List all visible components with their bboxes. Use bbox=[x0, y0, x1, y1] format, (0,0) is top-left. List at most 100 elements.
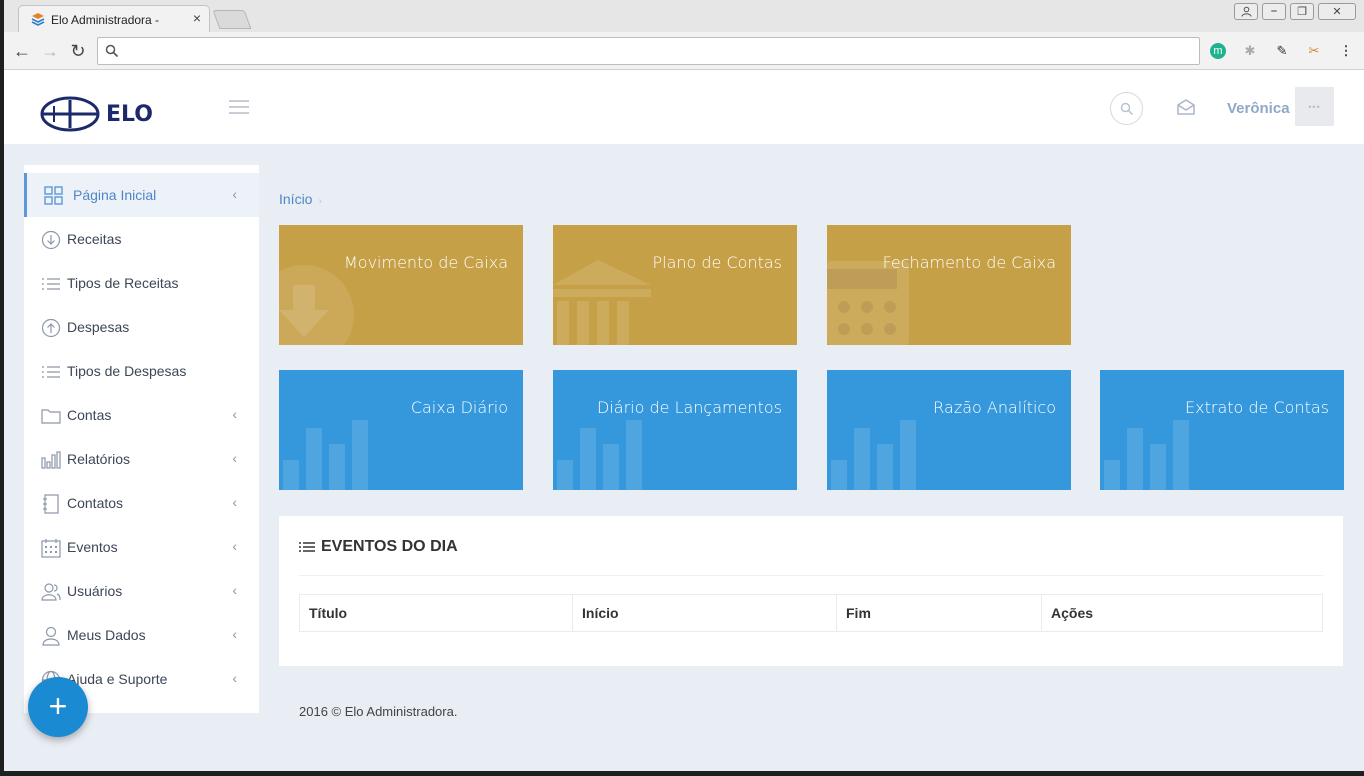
breadcrumb-separator: › bbox=[318, 196, 322, 207]
sidebar-item-usuarios[interactable]: Usuários ‹ bbox=[24, 569, 259, 613]
notebook-icon bbox=[43, 494, 59, 514]
list-icon bbox=[42, 278, 60, 290]
sidebar-item-label: Despesas bbox=[67, 319, 130, 335]
folder-icon bbox=[41, 409, 61, 424]
new-tab-button[interactable] bbox=[212, 10, 252, 29]
user-icon bbox=[42, 626, 60, 646]
evernote-icon[interactable]: ✎ bbox=[1274, 43, 1290, 59]
sidebar-item-tipos-de-receitas[interactable]: Tipos de Receitas bbox=[24, 261, 259, 305]
chevron-left-icon: ‹ bbox=[232, 538, 237, 554]
column-header-acoes[interactable]: Ações bbox=[1041, 594, 1323, 632]
sidebar-item-relatorios[interactable]: Relatórios ‹ bbox=[24, 437, 259, 481]
browser-toolbar: ← → ↻ m ✱ ✎ ✂ ⋮ bbox=[4, 32, 1364, 70]
tile-label: Razão Analítico bbox=[933, 398, 1056, 417]
chevron-left-icon: ‹ bbox=[232, 626, 237, 642]
column-header-titulo[interactable]: Título bbox=[299, 594, 573, 632]
sidebar-item-label: Contatos bbox=[67, 495, 124, 511]
divider bbox=[299, 575, 1323, 576]
tile-plano-de-contas[interactable]: Plano de Contas bbox=[553, 225, 797, 345]
tile-label: Caixa Diário bbox=[410, 398, 508, 417]
tab-close-icon[interactable]: × bbox=[193, 10, 201, 26]
sidebar-item-eventos[interactable]: Eventos ‹ bbox=[24, 525, 259, 569]
bar-chart-icon bbox=[283, 420, 368, 490]
list-icon bbox=[42, 366, 60, 378]
menu-toggle-icon[interactable] bbox=[229, 100, 249, 118]
sidebar-item-tipos-de-despesas[interactable]: Tipos de Despesas bbox=[24, 349, 259, 393]
chevron-left-icon: ‹ bbox=[232, 450, 237, 466]
sidebar-item-label: Ajuda e Suporte bbox=[67, 671, 168, 687]
search-icon bbox=[1120, 102, 1133, 115]
profile-icon[interactable] bbox=[1234, 3, 1258, 20]
back-button[interactable]: ← bbox=[12, 41, 32, 61]
sidebar-item-meus-dados[interactable]: Meus Dados ‹ bbox=[24, 613, 259, 657]
sidebar-item-label: Relatórios bbox=[67, 451, 131, 467]
restore-button[interactable]: ❐ bbox=[1290, 3, 1314, 20]
close-window-button[interactable]: ✕ bbox=[1318, 3, 1356, 20]
chevron-left-icon: ‹ bbox=[232, 406, 237, 422]
tab-title: Elo Administradora - bbox=[51, 13, 160, 27]
add-fab-button[interactable]: + bbox=[28, 677, 88, 737]
table-header-row: Título Início Fim Ações bbox=[299, 594, 1323, 632]
address-bar[interactable] bbox=[97, 37, 1200, 65]
breadcrumb: Início › bbox=[279, 191, 322, 207]
column-header-inicio[interactable]: Início bbox=[572, 594, 837, 632]
footer-text: 2016 © Elo Administradora. bbox=[299, 704, 458, 719]
events-title-text: EVENTOS DO DIA bbox=[321, 538, 458, 555]
layers-icon bbox=[31, 13, 45, 26]
events-panel: EVENTOS DO DIA Título Início Fim Ações bbox=[279, 516, 1343, 666]
sidebar-item-contatos[interactable]: Contatos ‹ bbox=[24, 481, 259, 525]
column-header-fim[interactable]: Fim bbox=[836, 594, 1042, 632]
users-icon bbox=[41, 583, 61, 601]
tile-movimento-de-caixa[interactable]: Movimento de Caixa bbox=[279, 225, 523, 345]
bar-chart-icon bbox=[557, 420, 642, 490]
arrow-down-circle-icon bbox=[41, 230, 61, 250]
logo[interactable]: ELO bbox=[40, 96, 153, 132]
forward-button[interactable]: → bbox=[40, 41, 60, 61]
sidebar-item-label: Meus Dados bbox=[67, 627, 146, 643]
arrow-up-circle-icon bbox=[41, 318, 61, 338]
bar-chart-icon bbox=[831, 420, 916, 490]
sidebar-item-contas[interactable]: Contas ‹ bbox=[24, 393, 259, 437]
page: ELO Verônica ••• Página Inicial ‹ Receit… bbox=[4, 70, 1364, 771]
tile-razao-analitico[interactable]: Razão Analítico bbox=[827, 370, 1071, 490]
tile-extrato-de-contas[interactable]: Extrato de Contas bbox=[1100, 370, 1344, 490]
events-table: Título Início Fim Ações bbox=[299, 594, 1323, 632]
tile-caixa-diario[interactable]: Caixa Diário bbox=[279, 370, 523, 490]
tile-label: Plano de Contas bbox=[652, 253, 782, 272]
events-panel-title: EVENTOS DO DIA bbox=[299, 538, 458, 556]
calendar-icon bbox=[41, 539, 61, 558]
chevron-left-icon: ‹ bbox=[232, 186, 237, 202]
m-extension-icon[interactable]: m bbox=[1210, 43, 1226, 59]
tile-diario-de-lancamentos[interactable]: Diário de Lançamentos bbox=[553, 370, 797, 490]
reload-button[interactable]: ↻ bbox=[68, 41, 88, 61]
browser-window: Elo Administradora - × ⎯ ❐ ✕ ← → ↻ m ✱ ✎… bbox=[4, 0, 1364, 70]
menu-icon[interactable]: ⋮ bbox=[1338, 43, 1354, 59]
sidebar-item-label: Eventos bbox=[67, 539, 118, 555]
download-icon bbox=[279, 265, 354, 345]
avatar[interactable]: ••• bbox=[1295, 87, 1334, 126]
envelope-open-icon[interactable] bbox=[1176, 98, 1196, 116]
list-icon bbox=[299, 542, 315, 552]
chevron-left-icon: ‹ bbox=[232, 494, 237, 510]
sidebar-item-pagina-inicial[interactable]: Página Inicial ‹ bbox=[24, 173, 259, 217]
tools-extension-icon[interactable]: ✂ bbox=[1306, 43, 1322, 59]
tile-fechamento-de-caixa[interactable]: Fechamento de Caixa bbox=[827, 225, 1071, 345]
header-search-button[interactable] bbox=[1110, 92, 1143, 125]
breadcrumb-home[interactable]: Início bbox=[279, 191, 312, 207]
bank-icon bbox=[553, 260, 651, 345]
chevron-left-icon: ‹ bbox=[232, 670, 237, 686]
sidebar-item-label: Usuários bbox=[67, 583, 123, 599]
sidebar-item-despesas[interactable]: Despesas bbox=[24, 305, 259, 349]
user-name[interactable]: Verônica bbox=[1227, 100, 1290, 117]
star-extension-icon[interactable]: ✱ bbox=[1242, 43, 1258, 59]
tile-label: Diário de Lançamentos bbox=[597, 398, 782, 417]
logo-text: ELO bbox=[106, 101, 153, 127]
grid-icon bbox=[44, 186, 63, 205]
sidebar-item-receitas[interactable]: Receitas bbox=[24, 217, 259, 261]
minimize-button[interactable]: ⎯ bbox=[1262, 3, 1286, 20]
tile-label: Movimento de Caixa bbox=[343, 253, 508, 272]
sidebar-item-label: Tipos de Despesas bbox=[67, 363, 187, 379]
tile-label: Fechamento de Caixa bbox=[882, 253, 1056, 272]
browser-tab[interactable]: Elo Administradora - × bbox=[18, 5, 210, 32]
tile-label: Extrato de Contas bbox=[1185, 398, 1329, 417]
